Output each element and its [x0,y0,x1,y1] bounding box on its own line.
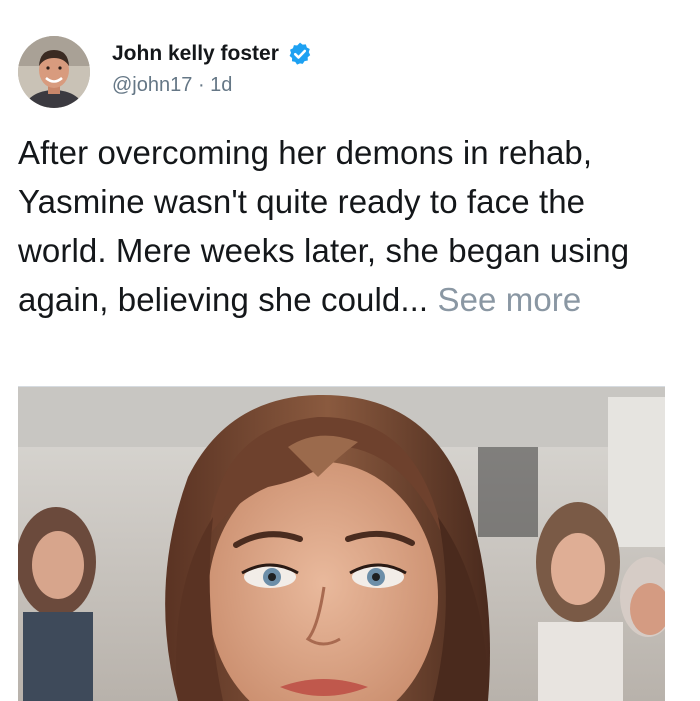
timestamp[interactable]: 1d [210,74,232,96]
author-handle[interactable]: @john17 [112,74,192,96]
author-info: John kelly foster @john17 · 1d [112,36,313,110]
tweet-meta: @john17 · 1d [112,74,313,97]
photo-woman-portrait [18,387,665,701]
avatar-image [18,36,90,108]
see-more-link[interactable]: See more [437,281,581,318]
tweet-card[interactable]: John kelly foster @john17 · 1d After ove… [0,0,700,701]
name-row: John kelly foster [112,40,313,68]
verified-badge-icon [287,41,313,67]
avatar[interactable] [18,36,90,108]
meta-separator: · [197,74,205,96]
tweet-media-photo[interactable] [18,386,665,701]
tweet-header: John kelly foster @john17 · 1d [18,36,313,110]
author-display-name[interactable]: John kelly foster [112,42,279,66]
tweet-text: After overcoming her demons in rehab, Ya… [18,128,678,324]
